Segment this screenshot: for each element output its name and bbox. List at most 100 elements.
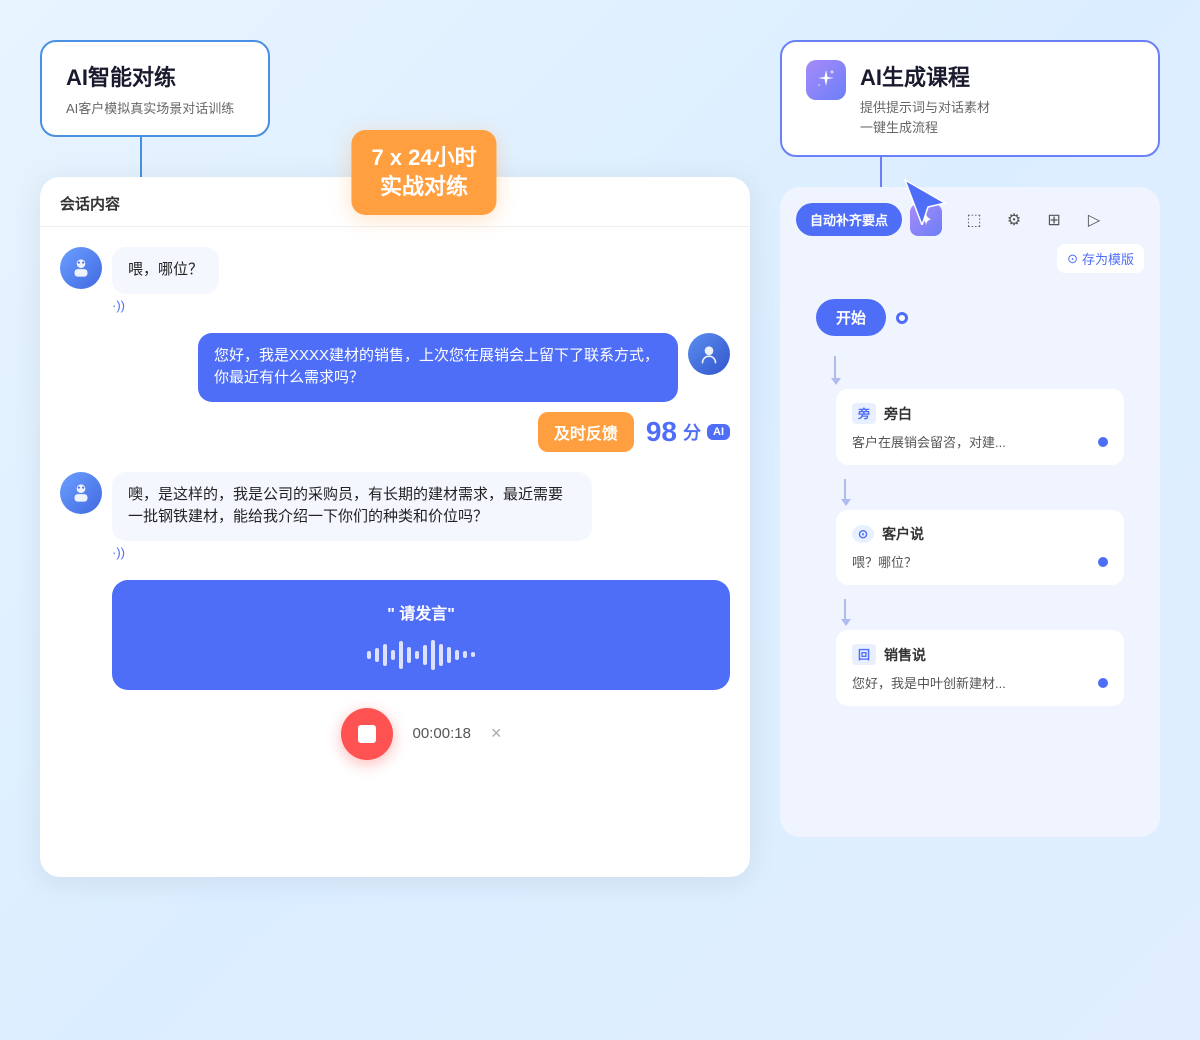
feedback-label: 及时反馈 — [554, 426, 618, 443]
center-badge: 7 x 24小时 实战对练 — [351, 130, 496, 215]
timer-display: 00:00:18 — [413, 725, 471, 742]
connector-arrow-1 — [831, 378, 841, 385]
play-icon: ▷ — [1088, 210, 1100, 230]
ai-gen-card: AI生成课程 提供提示词与对话素材 一键生成流程 — [780, 40, 1160, 157]
connector-3 — [840, 599, 1124, 626]
connector-arrow-2 — [841, 499, 851, 506]
avatar-robot-1 — [60, 247, 102, 289]
score-row: 及时反馈 98 分 AI — [60, 412, 730, 452]
connector-line-1 — [834, 356, 836, 378]
flow-start-node: 开始 — [816, 299, 1124, 336]
wave-6 — [407, 647, 411, 663]
start-dot — [896, 312, 908, 324]
node-aside-header: 旁 旁白 — [852, 403, 1108, 424]
score-number: 98 — [646, 416, 677, 448]
feedback-badge: 及时反馈 — [538, 412, 634, 452]
main-container: AI智能对练 AI客户模拟真实场景对话训练 7 x 24小时 实战对练 会话内容 — [0, 0, 1200, 1040]
connector-line-2 — [844, 479, 846, 499]
flow-node-customer: ⊙ 客户说 喂？哪位？ — [836, 510, 1124, 585]
wave-7 — [415, 651, 419, 659]
save-template-label: 存为模版 — [1082, 249, 1134, 268]
recording-controls: 00:00:18 × — [112, 708, 730, 760]
connector-start — [830, 356, 1124, 385]
message-row-2: 您好，我是XXXX建材的销售，上次您在展销会上留下了联系方式，你最近有什么需求吗… — [60, 333, 730, 402]
stop-icon — [358, 725, 376, 743]
badge-line2: 实战对练 — [371, 173, 476, 202]
node-sales-header: 回 销售说 — [852, 644, 1108, 665]
node-customer-header: ⊙ 客户说 — [852, 524, 1108, 544]
magic-button[interactable]: ✦ — [910, 204, 942, 236]
grid-icon-button[interactable]: ⊞ — [1038, 204, 1070, 236]
message-row-1: 喂，哪位？ ·)) — [60, 247, 730, 313]
wave-3 — [383, 644, 387, 666]
connector-2 — [840, 479, 1124, 506]
node-aside-body: 客户在展销会留咨，对建... — [852, 432, 1108, 451]
node-sales-title: 销售说 — [884, 645, 926, 665]
start-pill: 开始 — [816, 299, 886, 336]
wave-11 — [447, 647, 451, 663]
flow-toolbar: 自动补齐要点 ✦ ⬚ ⚙ — [796, 203, 1144, 273]
chat-body: 喂，哪位？ ·)) 您好，我是XXXX建材的销售，上次您在展销会上留下 — [40, 227, 750, 790]
node-sales-content: 您好，我是中叶创新建材... — [852, 673, 1090, 692]
voice-bubble: " 请发言" — [112, 580, 730, 690]
save-template-button[interactable]: ⊙ 存为模版 — [1057, 244, 1144, 273]
flow-node-aside: 旁 旁白 客户在展销会留咨，对建... — [836, 389, 1124, 465]
wave-14 — [471, 652, 475, 657]
login-icon: ⬚ — [966, 210, 981, 230]
login-icon-button[interactable]: ⬚ — [958, 204, 990, 236]
node-customer-content: 喂？哪位？ — [852, 552, 1090, 571]
ai-title-subtitle: AI客户模拟真实场景对话训练 — [66, 98, 244, 117]
node-customer-title: 客户说 — [882, 524, 924, 544]
node-customer-dot — [1098, 557, 1108, 567]
msg-text-3: 噢，是这样的，我是公司的采购员，有长期的建材需求，最近需要一批钢铁建材，能给我介… — [128, 486, 563, 526]
bubble-received-1: 喂，哪位？ — [112, 247, 219, 294]
wave-4 — [391, 650, 395, 660]
auto-complete-button[interactable]: 自动补齐要点 — [796, 203, 902, 236]
bubble-received-3: 噢，是这样的，我是公司的采购员，有长期的建材需求，最近需要一批钢铁建材，能给我介… — [112, 472, 592, 541]
node-sales-body: 您好，我是中叶创新建材... — [852, 673, 1108, 692]
voice-area: " 请发言" — [60, 580, 730, 770]
voice-prompt: " 请发言" — [132, 600, 710, 624]
score-unit: 分 — [683, 419, 701, 445]
ai-gen-icon — [806, 60, 846, 100]
flow-content: 开始 旁 旁白 客户在展销会留咨，对建... — [796, 289, 1144, 730]
grid-icon: ⊞ — [1047, 210, 1060, 230]
wave-5 — [399, 641, 403, 669]
bubble-sent-2: 您好，我是XXXX建材的销售，上次您在展销会上留下了联系方式，你最近有什么需求吗… — [198, 333, 678, 402]
wave-8 — [423, 645, 427, 665]
connector-arrow-3 — [841, 619, 851, 626]
right-panel: AI生成课程 提供提示词与对话素材 一键生成流程 自动补齐要点 ✦ — [780, 40, 1160, 837]
wave-9 — [431, 640, 435, 670]
ai-gen-text: AI生成课程 提供提示词与对话素材 一键生成流程 — [860, 60, 990, 137]
ai-gen-subtitle-1: 提供提示词与对话素材 — [860, 98, 990, 118]
close-button[interactable]: × — [491, 723, 502, 744]
node-aside-content: 客户在展销会留咨，对建... — [852, 432, 1090, 451]
sparkle-icon: ✦ — [919, 210, 932, 230]
record-stop-button[interactable] — [341, 708, 393, 760]
left-panel: AI智能对练 AI客户模拟真实场景对话训练 7 x 24小时 实战对练 会话内容 — [40, 40, 750, 877]
ai-gen-title: AI生成课程 — [860, 60, 990, 92]
msg-text-1: 喂，哪位？ — [128, 261, 203, 278]
avatar-human-2 — [688, 333, 730, 375]
score-display: 98 分 AI — [646, 416, 730, 448]
ai-gen-subtitle-2: 一键生成流程 — [860, 118, 990, 138]
msg-text-2: 您好，我是XXXX建材的销售，上次您在展销会上留下了联系方式，你最近有什么需求吗… — [214, 347, 659, 387]
connector-right — [880, 157, 882, 187]
node-customer-icon: ⊙ — [852, 525, 874, 543]
node-sales-dot — [1098, 678, 1108, 688]
flow-panel: 自动补齐要点 ✦ ⬚ ⚙ — [780, 187, 1160, 837]
node-customer-body: 喂？哪位？ — [852, 552, 1108, 571]
node-aside-icon: 旁 — [852, 403, 876, 424]
wave-10 — [439, 644, 443, 666]
wave-12 — [455, 650, 459, 660]
wave-1 — [367, 651, 371, 659]
settings-icon-button[interactable]: ⚙ — [998, 204, 1030, 236]
connector-left — [140, 137, 142, 177]
node-aside-title: 旁白 — [884, 404, 912, 424]
wave-2 — [375, 648, 379, 662]
ai-title-heading: AI智能对练 — [66, 60, 244, 92]
play-icon-button[interactable]: ▷ — [1078, 204, 1110, 236]
ai-badge: AI — [707, 424, 730, 440]
sound-indicator-1: ·)) — [112, 298, 219, 313]
node-aside-dot — [1098, 437, 1108, 447]
